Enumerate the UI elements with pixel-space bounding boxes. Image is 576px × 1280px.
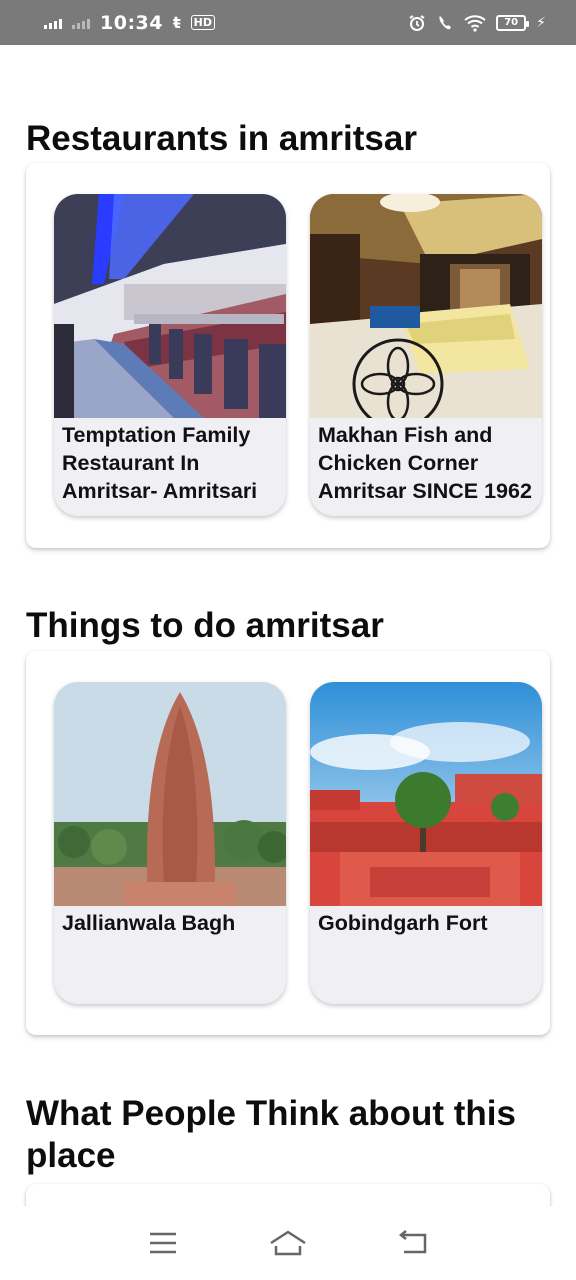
restaurant-card[interactable]: Temptation Family Restaurant In Amritsar…: [54, 194, 286, 516]
attraction-card-label: Gobindgarh Fort: [318, 911, 488, 935]
home-button[interactable]: [258, 1213, 318, 1273]
status-bar: 10:34 ŧ HD 70 ⚡: [0, 0, 576, 45]
gobindgarh-fort-image: [310, 682, 542, 906]
restaurant-lobby-image: [310, 194, 542, 418]
back-button[interactable]: [383, 1213, 443, 1273]
carrier-icon: ŧ: [172, 13, 181, 32]
battery-level: 70: [504, 17, 519, 28]
attraction-card[interactable]: Jallianwala Bagh: [54, 682, 286, 1004]
restaurants-carousel[interactable]: Temptation Family Restaurant In Amritsar…: [26, 163, 550, 548]
jallianwala-bagh-memorial-image: [54, 682, 286, 906]
navigation-bar: [0, 1206, 576, 1280]
status-right: 70 ⚡: [408, 14, 546, 32]
attraction-card-label: Jallianwala Bagh: [62, 911, 236, 935]
restaurant-card[interactable]: Makhan Fish and Chicken Corner Amritsar …: [310, 194, 542, 516]
status-left: 10:34 ŧ HD: [44, 12, 215, 34]
attraction-card[interactable]: Gobindgarh Fort: [310, 682, 542, 1004]
restaurant-interior-image: [54, 194, 286, 418]
wifi-icon: [464, 14, 486, 32]
things-to-do-section-title: Things to do amritsar: [26, 606, 384, 645]
menu-icon: [149, 1232, 176, 1254]
alarm-icon: [409, 14, 425, 31]
status-time: 10:34: [100, 11, 163, 34]
restaurant-card-label: Temptation Family Restaurant In Amritsar…: [62, 423, 258, 509]
things-to-do-carousel[interactable]: Jallianwala Bagh Gobindgarh Fort: [26, 651, 550, 1035]
wifi-calling-icon: [439, 15, 452, 29]
battery-icon: 70: [496, 14, 530, 31]
restaurant-card-label: Makhan Fish and Chicken Corner Amritsar …: [318, 423, 532, 503]
hd-icon: HD: [190, 15, 215, 30]
signal-icon: [44, 17, 62, 29]
home-icon: [270, 1230, 306, 1256]
back-icon: [399, 1230, 427, 1254]
menu-button[interactable]: [133, 1213, 193, 1273]
restaurants-section-title: Restaurants in amritsar: [26, 119, 417, 158]
reviews-section-title: What People Think about this place: [26, 1094, 516, 1175]
signal-weak-icon: [72, 17, 90, 29]
charging-icon: ⚡: [536, 14, 546, 31]
